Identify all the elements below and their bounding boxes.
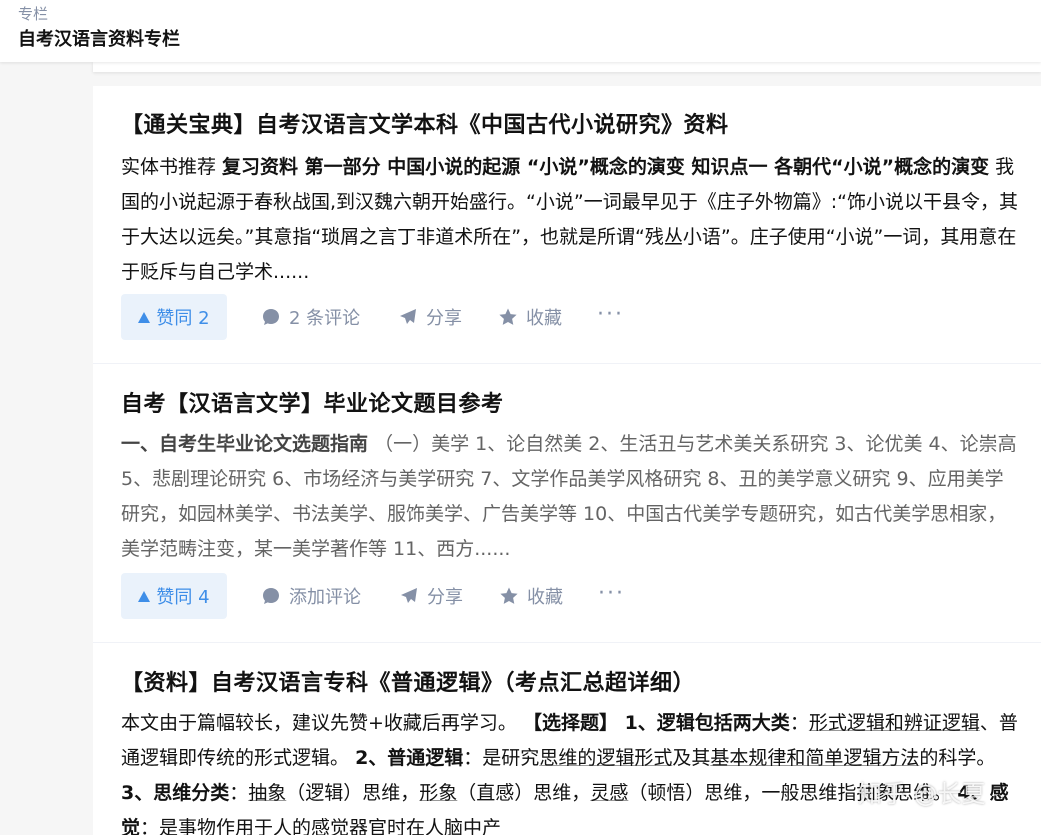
share-label: 分享 <box>427 587 463 608</box>
feed-item: 【通关宝典】自考汉语言文学本科《中国古代小说研究》资料 实体书推荐 复习资料 第… <box>93 86 1041 363</box>
excerpt-bold: 2、普通逻辑 <box>355 747 464 769</box>
comment-icon <box>263 588 279 604</box>
excerpt-bold: 3、思维分类 <box>121 782 230 804</box>
excerpt-underline: 灵感 <box>590 782 629 804</box>
comment-button[interactable]: 添加评论 <box>261 573 361 619</box>
paper-plane-icon <box>401 588 417 603</box>
excerpt-bold: 一、自考生毕业论文选题指南 <box>121 433 369 455</box>
excerpt-text: 及其 <box>672 747 711 769</box>
paper-plane-icon <box>400 309 416 324</box>
excerpt-text: ：是事物作用于人的感觉器官时在人脑中产 <box>140 817 502 835</box>
more-options-icon[interactable]: ··· <box>597 302 624 327</box>
favorite-button[interactable]: 收藏 <box>498 294 562 340</box>
comment-label: 添加评论 <box>289 587 361 608</box>
excerpt-bold: 复习资料 第一部分 中国小说的起源 “小说”概念的演变 知识点一 各朝代“小说”… <box>222 156 990 178</box>
article-title[interactable]: 自考【汉语言文学】毕业论文题目参考 <box>121 386 504 418</box>
excerpt-underline: 形式逻辑和辨证逻辑 <box>808 712 980 734</box>
share-button[interactable]: 分享 <box>399 573 463 619</box>
favorite-label: 收藏 <box>526 308 562 329</box>
comment-icon <box>263 309 279 325</box>
upvote-label: 赞同 4 <box>156 587 210 608</box>
share-label: 分享 <box>426 308 462 329</box>
article-title[interactable]: 【资料】自考汉语言专科《普通逻辑》（考点汇总超详细） <box>121 665 695 697</box>
action-bar: 赞同 4 添加评论 分享 收藏 ··· <box>121 573 1001 619</box>
article-feed: 【通关宝典】自考汉语言文学本科《中国古代小说研究》资料 实体书推荐 复习资料 第… <box>93 86 1041 835</box>
excerpt-underline: 思维的逻辑形式 <box>539 747 673 769</box>
favorite-label: 收藏 <box>527 587 563 608</box>
excerpt-text: 实体书推荐 <box>121 156 223 178</box>
action-bar: 赞同 2 2 条评论 分享 收藏 ··· <box>121 294 1001 340</box>
excerpt-bold: 【选择题】 1、逻辑包括两大类 <box>522 712 790 734</box>
excerpt-text: （直感）思维， <box>457 782 591 804</box>
favorite-button[interactable]: 收藏 <box>499 573 563 619</box>
article-excerpt[interactable]: 本文由于篇幅较长，建议先赞+收藏后再学习。 【选择题】 1、逻辑包括两大类：形式… <box>121 706 1021 835</box>
zhihu-watermark: 知乎 @长夏 <box>858 780 986 808</box>
column-label: 专栏 <box>18 5 49 23</box>
upvote-icon <box>138 311 151 323</box>
comment-label: 2 条评论 <box>289 308 361 329</box>
article-title[interactable]: 【通关宝典】自考汉语言文学本科《中国古代小说研究》资料 <box>121 107 729 139</box>
excerpt-underline: 形象 <box>419 782 458 804</box>
excerpt-text: 本文由于篇幅较长，建议先赞+收藏后再学习。 <box>121 712 517 734</box>
more-options-icon[interactable]: ··· <box>598 581 625 606</box>
comment-button[interactable]: 2 条评论 <box>261 294 360 340</box>
upvote-icon <box>138 590 151 602</box>
star-icon <box>500 587 518 604</box>
article-excerpt[interactable]: 实体书推荐 复习资料 第一部分 中国小说的起源 “小说”概念的演变 知识点一 各… <box>121 150 1021 290</box>
share-button[interactable]: 分享 <box>398 294 462 340</box>
excerpt-text: ： <box>229 782 249 804</box>
excerpt-text: （逻辑）思维， <box>286 782 420 804</box>
column-header: 专栏 自考汉语言资料专栏 <box>0 0 1041 62</box>
excerpt-underline: 基本规律和简单逻辑方法 <box>710 747 920 769</box>
column-title[interactable]: 自考汉语言资料专栏 <box>18 25 180 51</box>
excerpt-text: ：是研究 <box>463 747 540 769</box>
excerpt-underline: 抽象 <box>248 782 287 804</box>
upvote-button[interactable]: 赞同 4 <box>121 573 227 619</box>
article-excerpt[interactable]: 一、自考生毕业论文选题指南 （一）美学 1、论自然美 2、生活丑与艺术美关系研究… <box>121 427 1021 567</box>
excerpt-text: 的科学。 <box>919 747 996 769</box>
upvote-label: 赞同 2 <box>156 308 210 329</box>
feed-item: 自考【汉语言文学】毕业论文题目参考 一、自考生毕业论文选题指南 （一）美学 1、… <box>93 364 1041 641</box>
star-icon <box>499 308 517 325</box>
previous-card-edge <box>93 62 1041 72</box>
excerpt-text: ： <box>789 712 809 734</box>
upvote-button[interactable]: 赞同 2 <box>121 294 227 340</box>
